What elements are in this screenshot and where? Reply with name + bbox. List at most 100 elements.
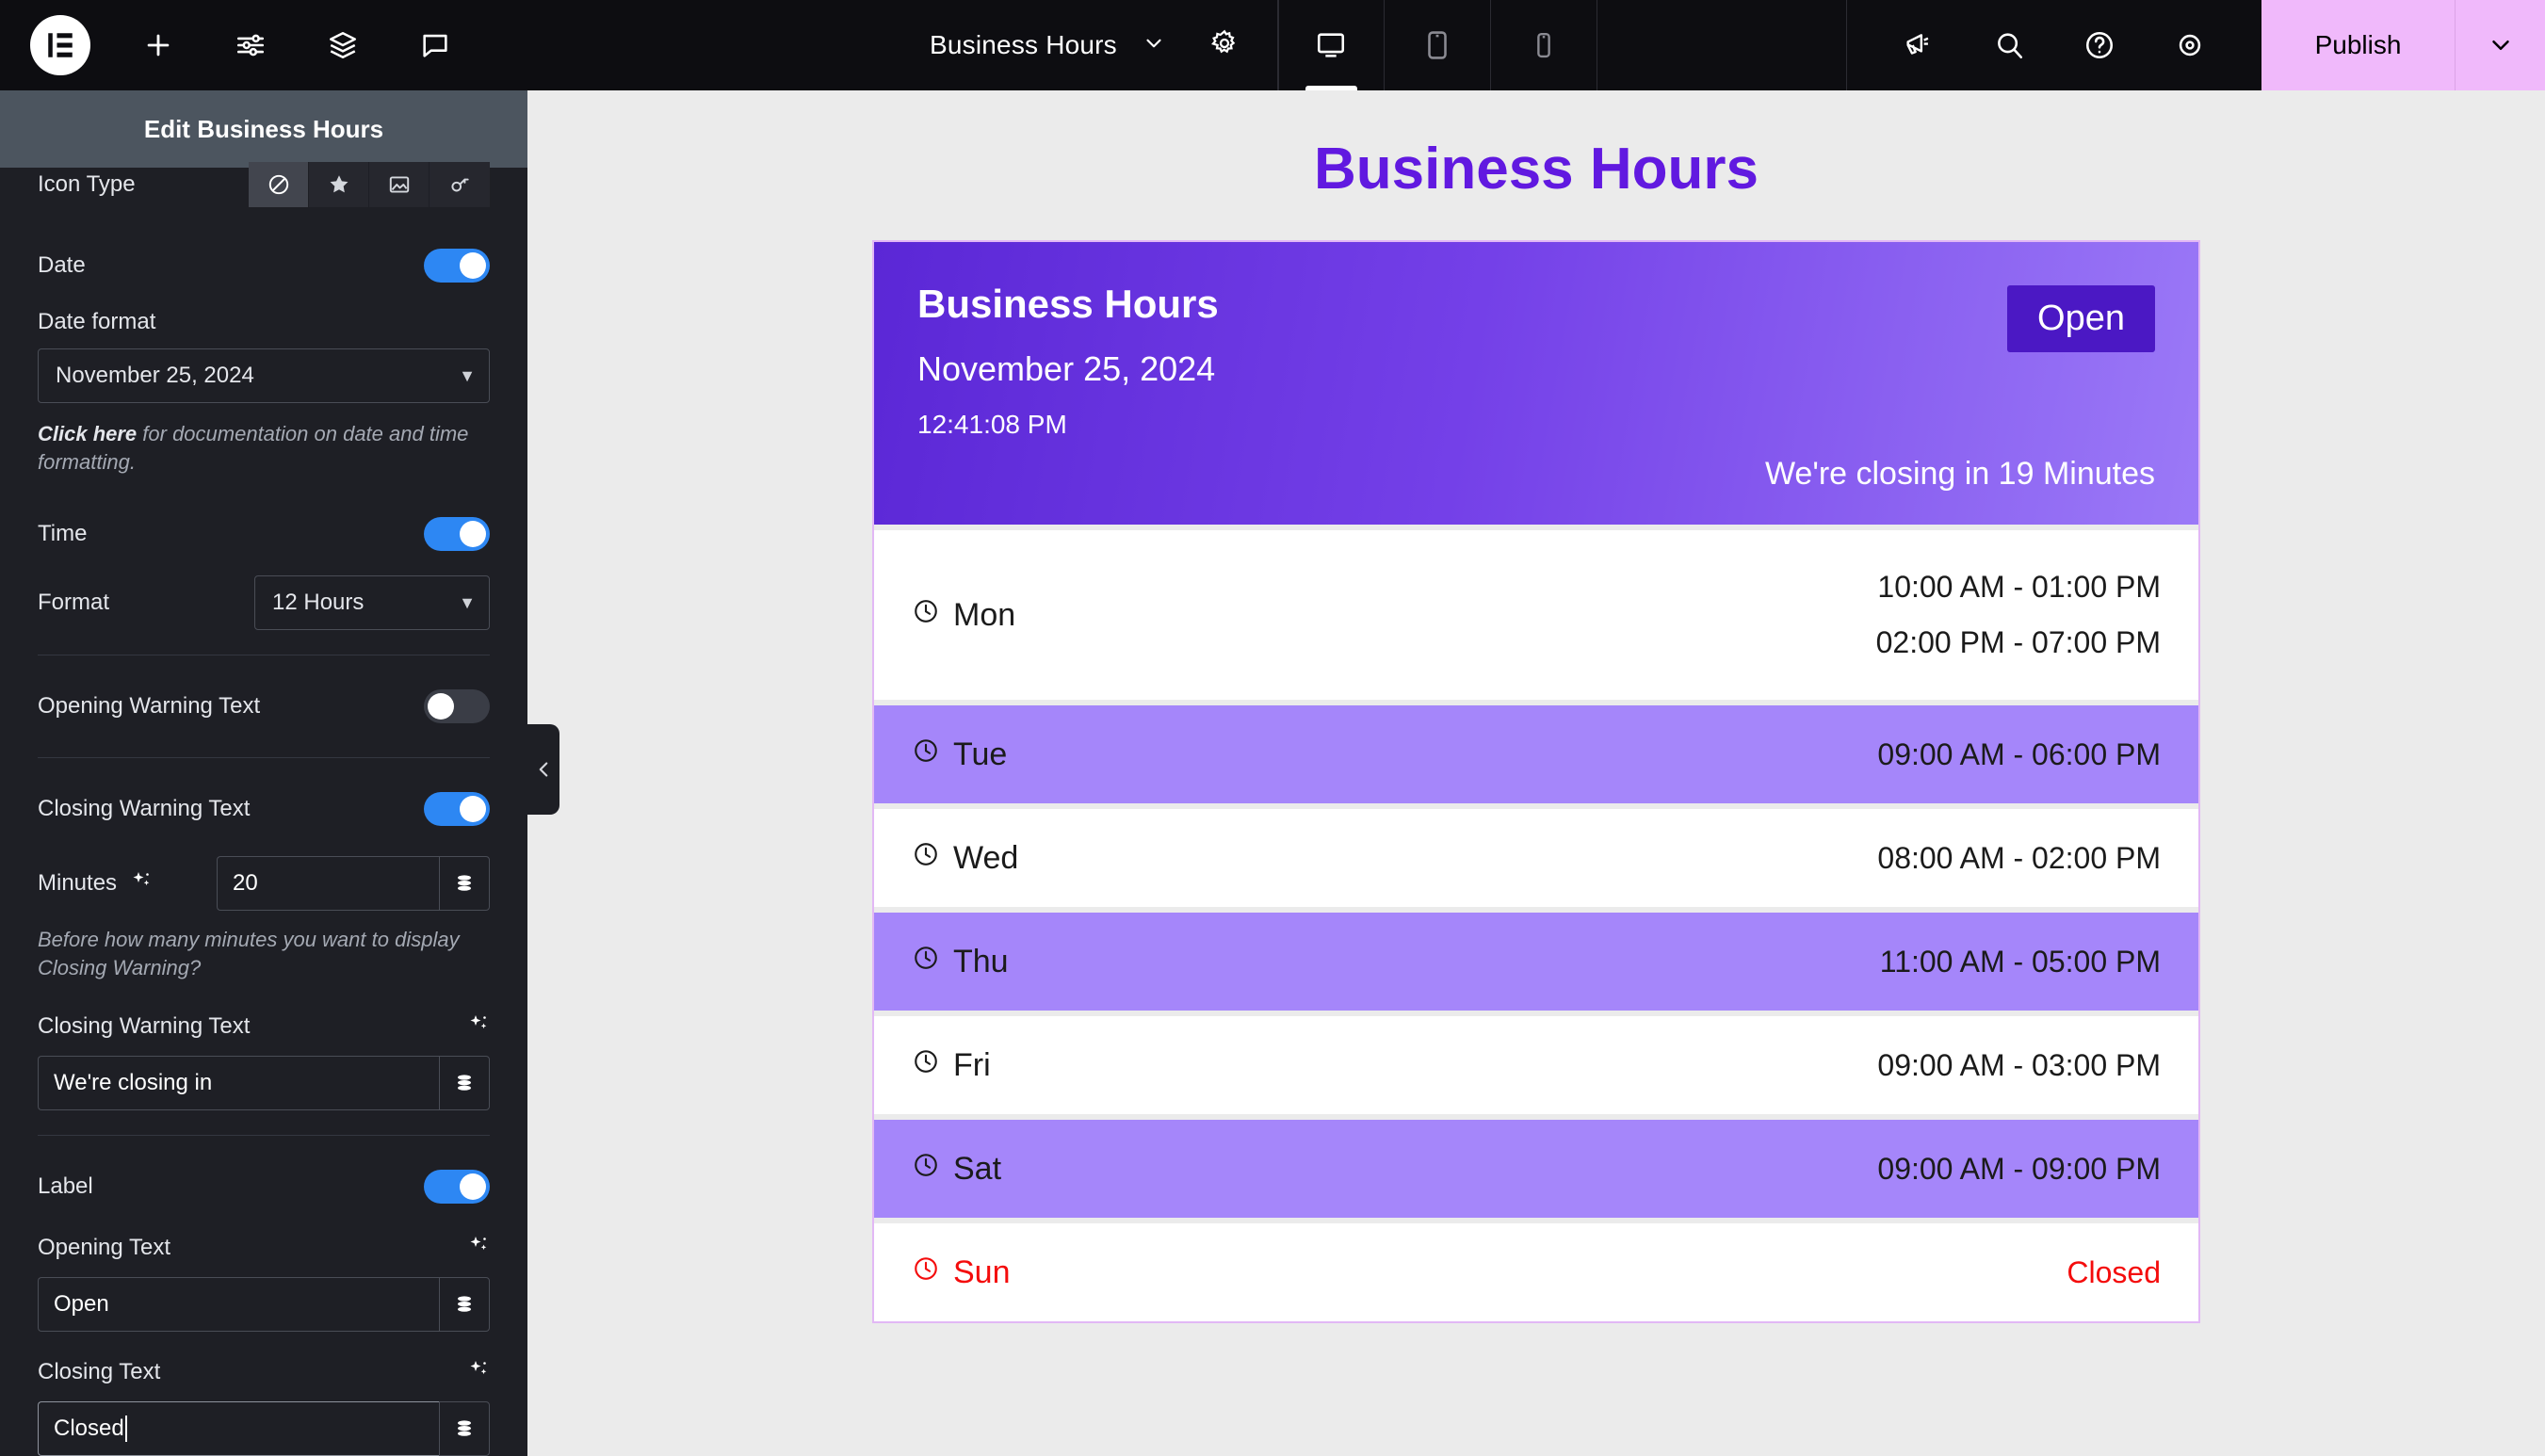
preview-changes-icon[interactable] [2165,21,2214,70]
opening-warning-label: Opening Warning Text [38,693,261,720]
database-stack-icon[interactable] [439,1276,490,1332]
clock-icon [912,736,940,773]
closing-warning-message: We're closing in 19 Minutes [1764,456,2155,492]
closing-warning-text-group: Closing Warning Text We're closing in [38,1011,490,1110]
time-label: Time [38,521,88,547]
widget-title: Business Hours [917,282,1219,326]
minutes-input[interactable]: 20 [217,856,439,912]
time-toggle[interactable] [424,517,490,552]
clock-icon [912,1254,940,1291]
ai-sparkle-icon[interactable] [467,1234,490,1261]
date-toggle[interactable] [424,249,490,283]
time-range: 02:00 PM - 07:00 PM [1875,625,2161,659]
time-format-row: Format 12 Hours ▼ [38,575,490,631]
day-times: 09:00 AM - 09:00 PM [1877,1152,2161,1187]
opening-text-input[interactable]: Open [38,1276,439,1332]
ai-sparkle-icon[interactable] [130,869,153,898]
icon-type-svg-icon[interactable] [430,162,490,207]
toggle-knob [460,252,486,279]
toggle-knob [428,693,454,720]
divider [38,1134,490,1136]
top-bar-utilities [1846,0,2261,90]
closing-text-label-row: Closing Text [38,1356,490,1388]
minutes-label-group: Minutes [38,869,153,898]
text-cursor [124,1415,127,1442]
closing-text-input[interactable]: Closed [38,1400,439,1456]
date-format-select[interactable]: November 25, 2024 ▼ [38,348,490,403]
day-label: Fri [953,1046,991,1083]
closing-warning-toggle[interactable] [424,792,490,827]
date-format-label: Date format [38,309,156,334]
day-name-group: Thu [912,944,1009,980]
business-hours-widget[interactable]: Business Hours November 25, 2024 12:41:0… [872,240,2200,1323]
device-preview-switcher [1277,0,1597,90]
device-mobile-button[interactable] [1491,0,1597,90]
device-desktop-button[interactable] [1277,0,1385,90]
navigator-layers-icon[interactable] [318,21,367,70]
chevron-down-icon: ▼ [459,365,476,385]
time-range: 08:00 AM - 02:00 PM [1877,840,2161,875]
closing-text-input-group: Closed [38,1400,490,1456]
time-range: 09:00 AM - 09:00 PM [1877,1151,2161,1186]
date-format-note: Click here for documentation on date and… [38,420,490,476]
toggle-knob [460,521,486,548]
day-name-group: Sat [912,1151,1001,1188]
widget-date: November 25, 2024 [917,349,1216,388]
device-tablet-button[interactable] [1385,0,1491,90]
label-toggle-row: Label [38,1160,490,1213]
day-name-group: Tue [912,736,1007,773]
widget-settings-panel: Edit Business Hours Icon Type Date Date … [0,90,527,1456]
closing-warning-text-label: Closing Warning Text [38,1012,251,1039]
page-title: Business Hours [1313,137,1759,202]
minutes-note: Before how many minutes you want to disp… [38,928,460,980]
ai-sparkle-icon[interactable] [467,1358,490,1385]
day-name-group: Fri [912,1047,991,1084]
table-row: Wed 08:00 AM - 02:00 PM [874,809,2198,907]
icon-type-none-ban-icon[interactable] [249,162,309,207]
opening-warning-toggle[interactable] [424,689,490,724]
chevron-down-icon[interactable] [1142,31,1166,60]
database-stack-icon[interactable] [439,1055,490,1110]
label-label: Label [38,1173,93,1199]
add-element-icon[interactable] [134,21,183,70]
database-stack-icon[interactable] [439,1400,490,1456]
database-stack-icon[interactable] [439,856,490,912]
top-bar-right-group: Publish [1846,0,2545,90]
time-range: 11:00 AM - 05:00 PM [1879,944,2161,979]
icon-type-image-icon[interactable] [369,162,430,207]
toggle-knob [460,1173,486,1200]
finder-search-icon[interactable] [1985,21,2034,70]
day-name-group: Wed [912,840,1018,877]
closing-warning-text-input[interactable]: We're closing in [38,1055,439,1110]
time-range: 09:00 AM - 03:00 PM [1877,1047,2161,1082]
day-name-group: Mon [912,597,1015,634]
closing-text-input-value: Closed [54,1415,124,1441]
publish-button[interactable]: Publish [2261,0,2455,90]
icon-type-choices [249,162,490,207]
elementor-logo-icon[interactable] [30,15,90,75]
label-toggle[interactable] [424,1169,490,1204]
site-settings-icon[interactable] [226,21,275,70]
gear-icon[interactable] [1209,28,1240,63]
icon-type-star-icon[interactable] [309,162,369,207]
closing-warning-toggle-row: Closing Warning Text [38,783,490,835]
date-format-note-link[interactable]: Click here [38,422,137,445]
day-times: 10:00 AM - 01:00 PM 02:00 PM - 07:00 PM [1876,570,2161,660]
time-format-select[interactable]: 12 Hours ▼ [254,575,490,631]
comments-icon[interactable] [411,21,460,70]
divider [38,757,490,759]
table-row: Tue 09:00 AM - 06:00 PM [874,705,2198,803]
help-icon[interactable] [2075,21,2124,70]
whats-new-icon[interactable] [1894,21,1943,70]
clock-icon [912,597,940,634]
ai-sparkle-icon[interactable] [467,1012,490,1040]
document-name-group[interactable]: Business Hours [898,0,1278,90]
opening-text-group: Opening Text Open [38,1232,490,1332]
table-row: Sun Closed [874,1223,2198,1321]
closing-warning-text-label-row: Closing Warning Text [38,1011,490,1043]
publish-options-chevron-down-icon[interactable] [2455,0,2545,90]
panel-body: Icon Type Date Date format November 25, … [0,158,527,1456]
table-row: Fri 09:00 AM - 03:00 PM [874,1016,2198,1114]
minutes-input-group: 20 [217,856,490,912]
panel-collapse-handle[interactable] [527,724,559,815]
